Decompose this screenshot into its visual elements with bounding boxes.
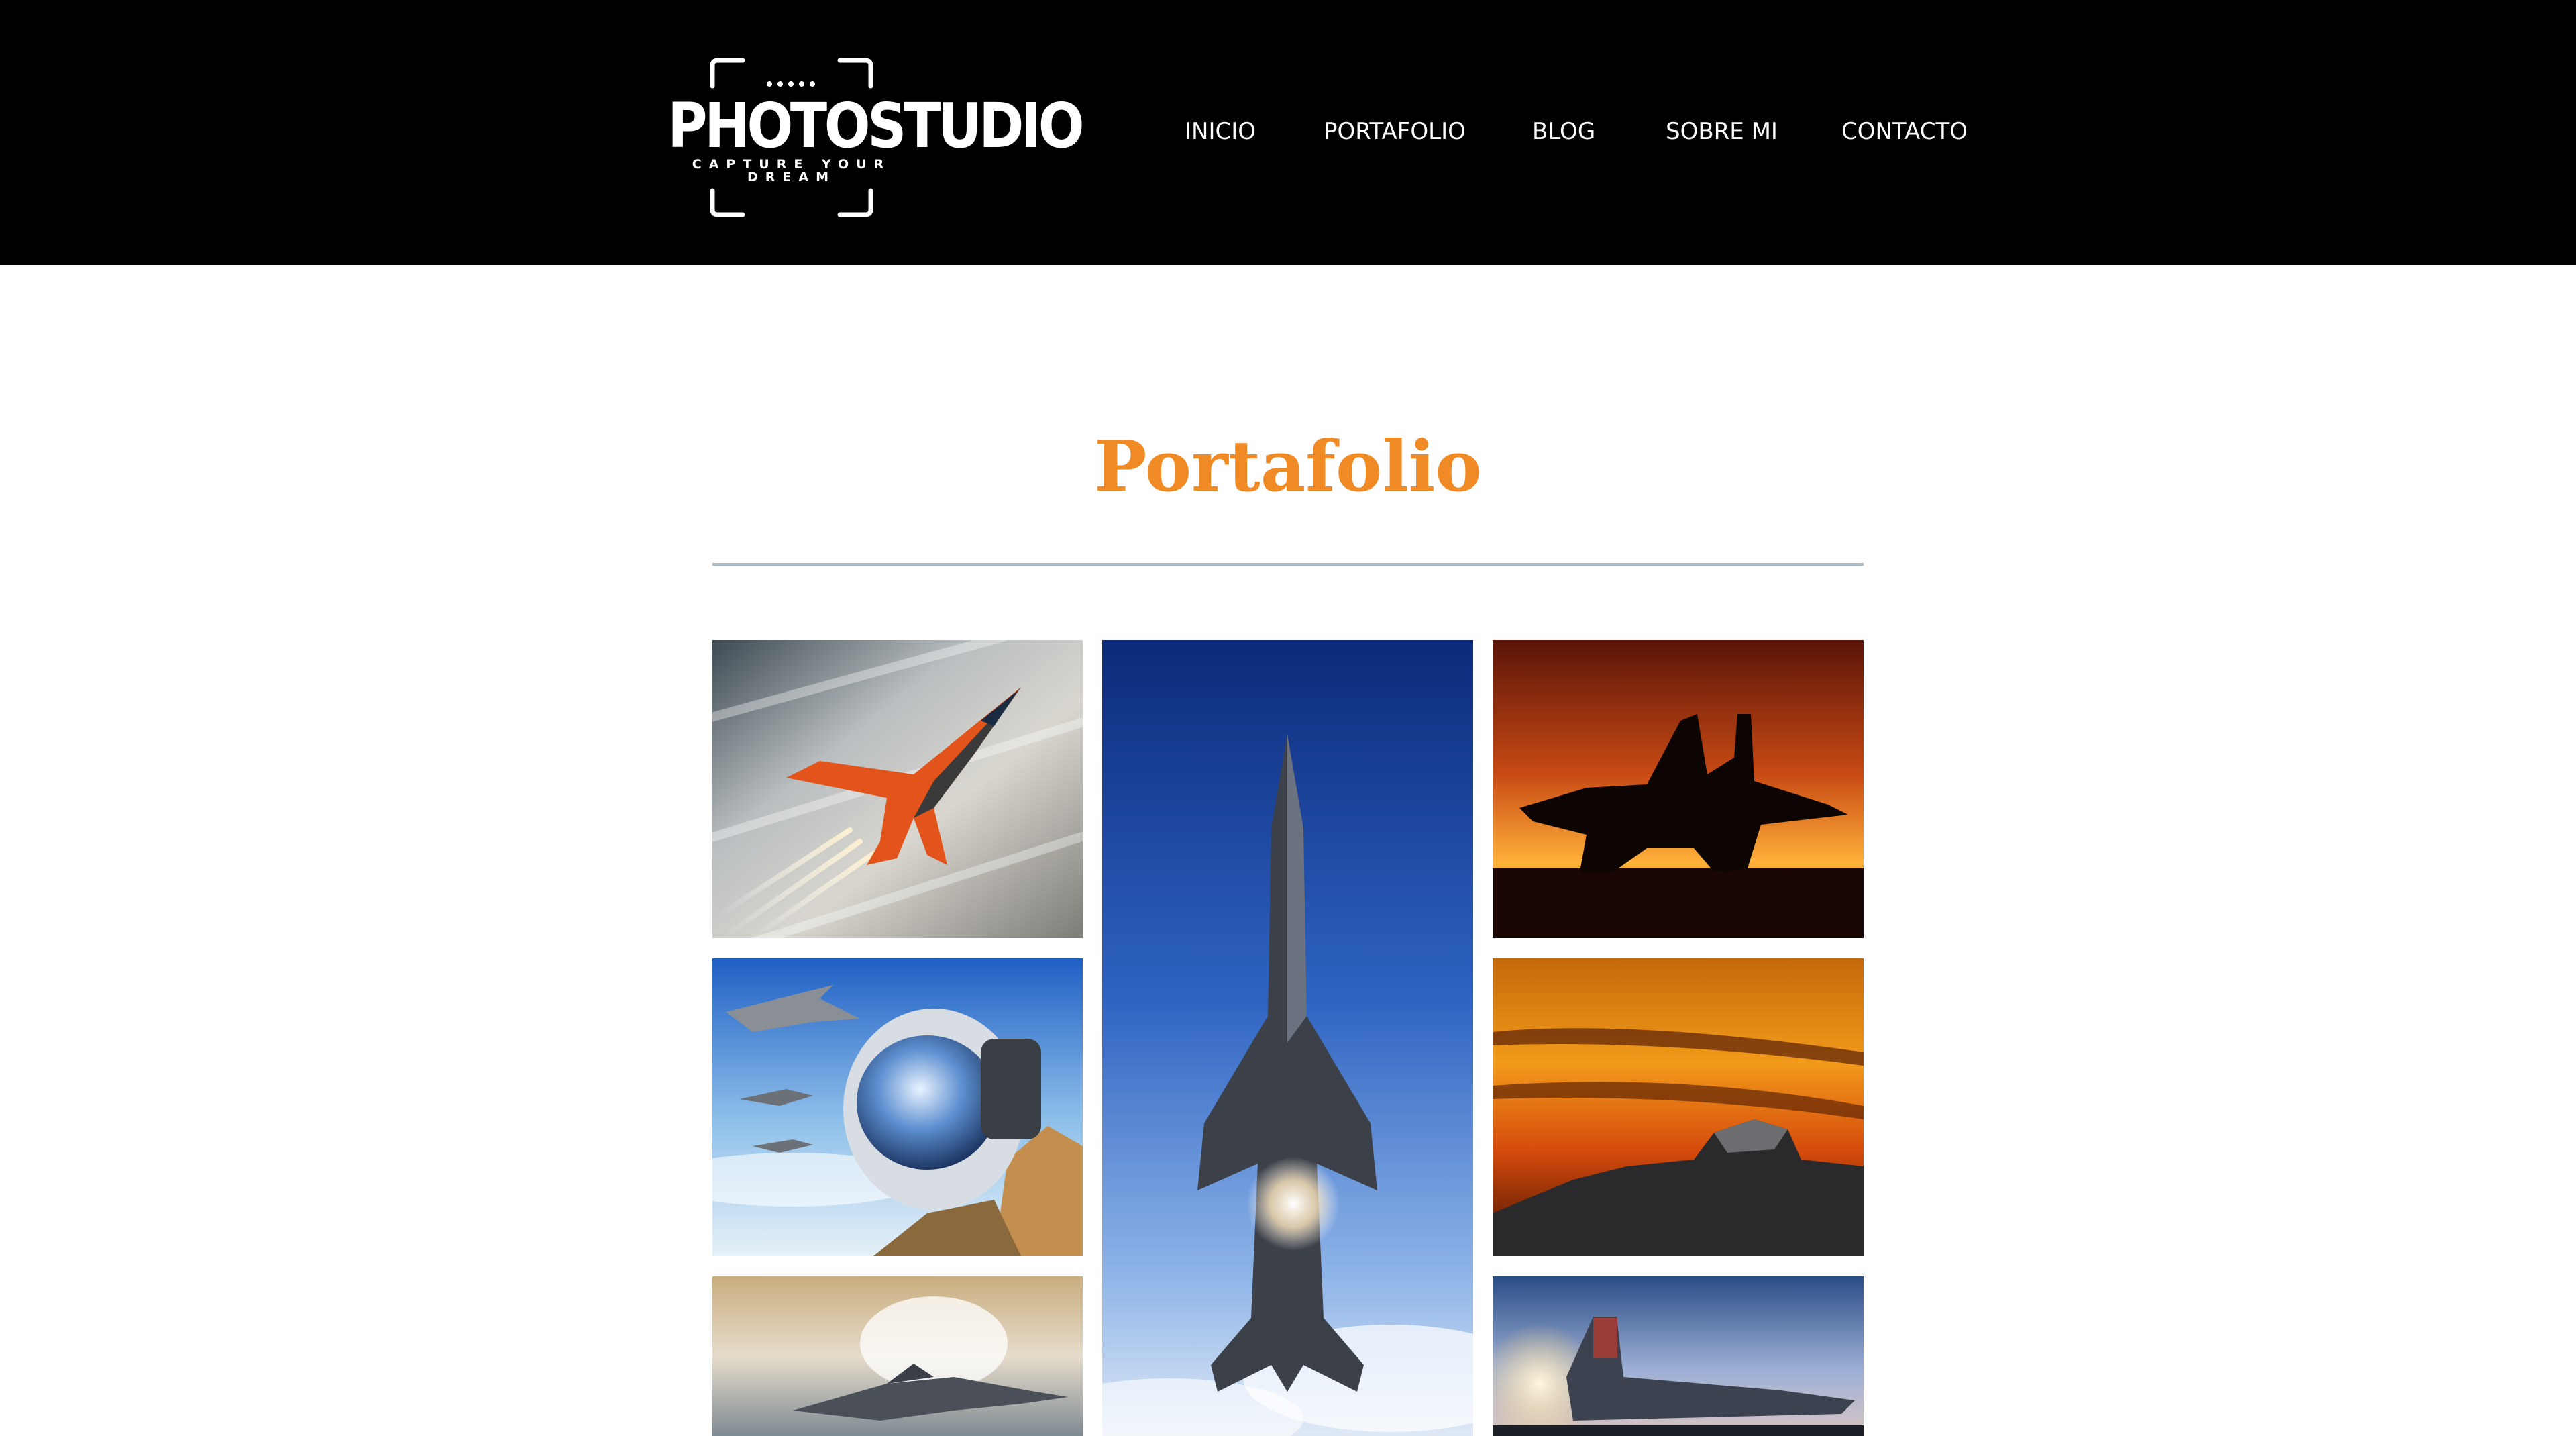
nav-item-inicio[interactable]: INICIO <box>1185 117 1256 146</box>
logo-tagline: CAPTURE YOUR DREAM <box>692 157 892 185</box>
site-header: PHOTOSTUDIO CAPTURE YOUR DREAM INICIO PO… <box>0 0 2576 265</box>
gallery-photo-vertical-climb[interactable] <box>1102 640 1473 1436</box>
vertical-climb-image <box>1102 640 1473 1436</box>
pilot-helmet-image <box>712 958 1083 1256</box>
nav-item-sobre-mi[interactable]: SOBRE MI <box>1666 117 1778 146</box>
sunset-silhouette-image <box>1493 640 1864 938</box>
gallery-photo-orange-jet[interactable] <box>712 640 1083 938</box>
gallery-photo-sunset-silhouette[interactable] <box>1493 640 1864 938</box>
title-divider <box>712 563 1864 566</box>
vapor-cone-image <box>712 1276 1083 1436</box>
gallery-photo-pilot-helmet[interactable] <box>712 958 1083 1256</box>
gallery-photo-orange-sky[interactable] <box>1493 958 1864 1256</box>
gallery-photo-carrier-afterburner[interactable] <box>1493 1276 1864 1436</box>
orange-jet-image <box>712 640 1083 938</box>
carrier-afterburner-image <box>1493 1276 1864 1436</box>
main-nav: INICIO PORTAFOLIO BLOG SOBRE MI CONTACTO <box>0 117 2576 150</box>
orange-sky-image <box>1493 958 1864 1256</box>
gallery-photo-vapor-cone[interactable] <box>712 1276 1083 1436</box>
page-title: Portafolio <box>1094 425 1482 507</box>
nav-item-portafolio[interactable]: PORTAFOLIO <box>1324 117 1466 146</box>
nav-item-blog[interactable]: BLOG <box>1532 117 1595 146</box>
nav-item-contacto[interactable]: CONTACTO <box>1841 117 1968 146</box>
